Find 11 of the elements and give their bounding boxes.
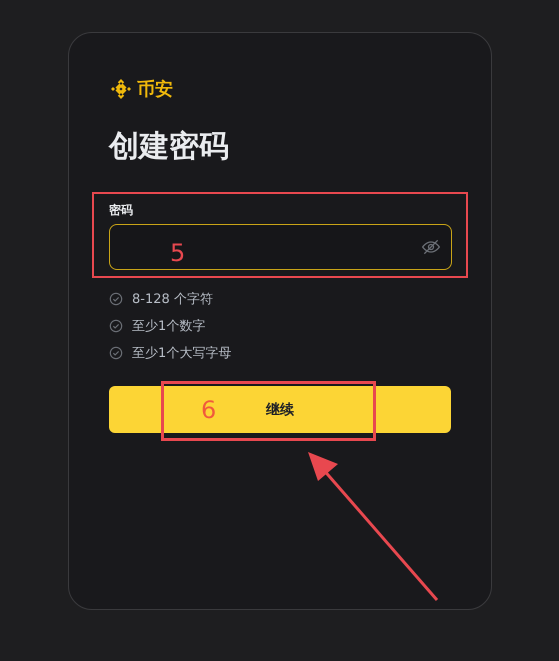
annotation-number: 5 [170,239,186,267]
requirement-text: 8-128 个字符 [132,291,213,308]
eye-slash-icon[interactable] [421,237,441,257]
diamond-logo-icon [109,77,133,101]
field-label: 密码 [109,202,134,218]
password-field[interactable]: 5 [109,224,452,270]
requirement-text: 至少1个数字 [132,318,206,335]
requirement-text: 至少1个大写字母 [132,345,232,362]
brand-name: 币安 [137,78,173,101]
annotation-number: 6 [201,396,216,424]
page-title: 创建密码 [109,128,230,166]
